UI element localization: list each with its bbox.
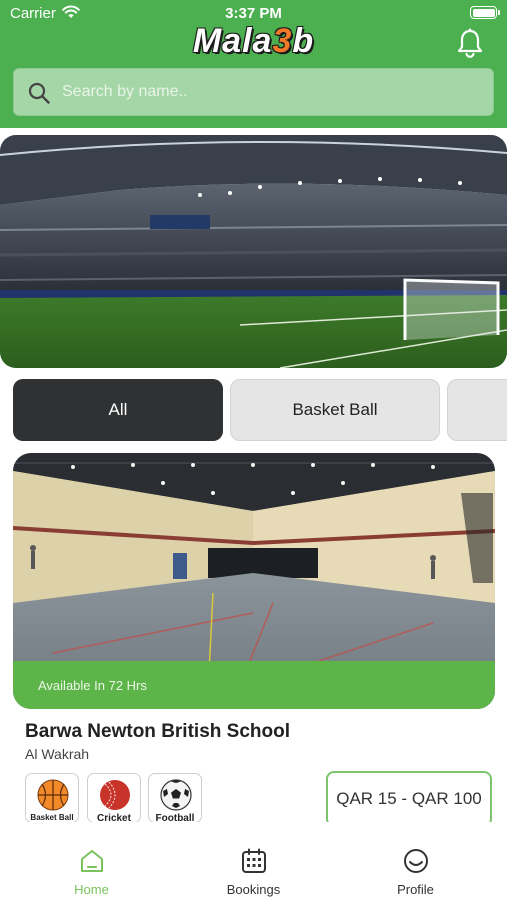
status-time: 3:37 PM xyxy=(225,5,282,22)
featured-banner-image[interactable] xyxy=(0,135,507,368)
profile-icon xyxy=(404,849,428,873)
search-input[interactable] xyxy=(62,69,482,114)
tab-profile[interactable]: Profile xyxy=(331,822,500,900)
app-logo: Mala3b xyxy=(192,22,315,60)
sport-label-basketball: Basket Ball xyxy=(30,813,74,822)
tab-home-label: Home xyxy=(74,882,109,897)
bottom-tab-bar: Home Bookings Profile xyxy=(0,822,507,900)
venue-card-image[interactable]: Available In 72 Hrs xyxy=(13,453,495,709)
calendar-icon xyxy=(242,848,266,873)
filter-chip-basketball[interactable]: Basket Ball xyxy=(230,379,440,441)
sport-tag-football: Football xyxy=(148,773,202,823)
sport-tag-basketball: Basket Ball xyxy=(25,773,79,823)
filter-chip-all[interactable]: All xyxy=(13,379,223,441)
venue-name[interactable]: Barwa Newton British School xyxy=(25,721,290,743)
basketball-icon xyxy=(37,779,69,811)
availability-text: Available In 72 Hrs xyxy=(38,678,147,693)
tab-profile-label: Profile xyxy=(397,882,434,897)
tab-bookings[interactable]: Bookings xyxy=(169,822,338,900)
battery-icon xyxy=(470,6,500,19)
cricket-ball-icon xyxy=(100,780,130,810)
price-range[interactable]: QAR 15 - QAR 100 xyxy=(326,771,492,827)
filter-chip-next[interactable] xyxy=(447,379,507,441)
sport-tag-cricket: Cricket xyxy=(87,773,141,823)
sport-filter-row: All Basket Ball xyxy=(13,379,507,441)
search-bar[interactable] xyxy=(13,68,494,116)
football-icon xyxy=(160,779,192,811)
tab-bookings-label: Bookings xyxy=(226,882,281,897)
venue-location: Al Wakrah xyxy=(25,746,90,762)
search-icon xyxy=(28,82,50,104)
tab-home[interactable]: Home xyxy=(7,822,176,900)
stadium-photo xyxy=(0,135,507,368)
app-header: Carrier 3:37 PM Mala3b xyxy=(0,0,507,128)
home-icon xyxy=(81,850,103,872)
bell-icon[interactable] xyxy=(455,28,485,60)
